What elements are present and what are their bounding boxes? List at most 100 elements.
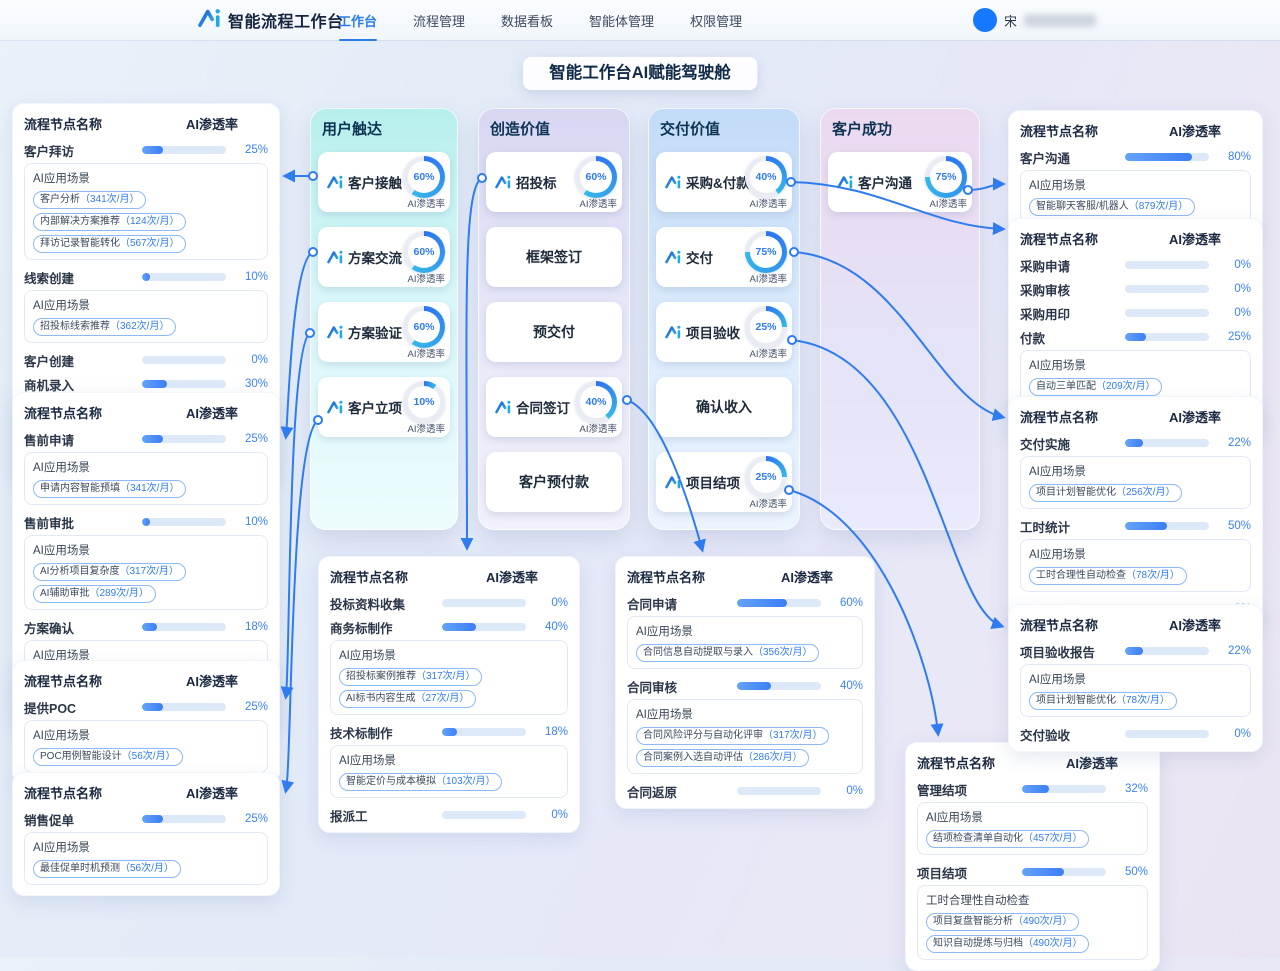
process-node[interactable]: 客户预付款 [486,452,622,512]
ai-scenario-chip[interactable]: 招投标线索推荐362次/月 [33,318,176,336]
ai-scenario-chip[interactable]: 工时合理性自动检查78次/月 [1029,567,1187,585]
process-row: 线索创建 10% [24,265,268,289]
process-node[interactable]: 预交付 [486,302,622,362]
penetration-bar [1022,785,1106,793]
node-label: 框架签订 [526,247,582,267]
col-rate-header: AI渗透率 [186,783,238,802]
penetration-pct: 40% [829,680,863,692]
ai-scenario-chip[interactable]: 招投标案例推荐317次/月 [339,668,482,686]
process-node-name: 线索创建 [24,268,134,287]
ai-scenario-chip[interactable]: 合同风险评分与自动化评审317次/月 [636,727,829,745]
process-node-name: 提供POC [24,698,134,717]
chip-count: 356次/月 [753,647,812,658]
ai-scenario-chip[interactable]: 内部解决方案推荐124次/月 [33,213,186,231]
chip-label: AI辅助审批 [40,588,89,599]
process-node[interactable]: 招投标60%AI渗透率 [486,152,622,212]
penetration-bar [142,146,226,154]
ai-scenario-chip[interactable]: 项目计划智能优化256次/月 [1029,484,1182,502]
process-row: 合同审核 40% [627,674,863,698]
penetration-bar [442,811,526,819]
penetration-bar [142,435,226,443]
penetration-bar [737,787,821,795]
process-node-name: 商机录入 [24,375,134,394]
ai-scenario-box: AI应用场景最佳促单时机预测56次/月 [24,832,268,885]
ai-scenario-chip[interactable]: 知识自动提炼与归档490次/月 [926,935,1089,953]
penetration-pct: 10% [234,271,268,283]
ai-scenario-box: AI应用场景招投标案例推荐317次/月AI标书内容生成27次/月 [330,640,568,715]
node-label: 合同签订 [516,397,570,417]
node-label: 客户接触 [348,172,402,192]
nav-item-4[interactable]: 权限管理 [690,11,742,30]
nav-item-3[interactable]: 智能体管理 [589,11,654,30]
ai-scenario-chip[interactable]: 客户分析341次/月 [33,191,146,209]
nav-item-2[interactable]: 数据看板 [501,11,553,30]
process-row: 合同返原0% [627,779,863,803]
chip-label: 智能聊天客服/机器人 [1036,201,1129,212]
nav-item-1[interactable]: 流程管理 [413,11,465,30]
user-name-blurred [1024,14,1096,27]
ai-scenario-chip[interactable]: 项目计划智能优化78次/月 [1029,692,1177,710]
chip-count: 289次/月 [89,588,148,599]
ai-scenario-chip[interactable]: POC用例智能设计56次/月 [33,748,183,766]
process-node-name: 交付验收 [1020,725,1117,744]
ai-scenario-chip[interactable]: 智能定价与成本模拟103次/月 [339,773,502,791]
process-node-name: 销售促单 [24,810,134,829]
donut-caption: AI渗透率 [408,346,445,360]
process-node-name: 合同审核 [627,677,729,696]
penetration-pct: 18% [234,621,268,633]
ai-scenario-box: AI应用场景结项检查清单自动化457次/月 [917,802,1148,855]
process-node[interactable]: 方案验证60%AI渗透率 [318,302,450,362]
process-node[interactable]: 客户立项10%AI渗透率 [318,377,450,437]
node-label: 确认收入 [696,397,752,417]
avatar[interactable] [973,8,997,32]
nav-item-0[interactable]: 工作台 [338,11,377,30]
user-profile[interactable]: 宋 [973,0,1096,40]
ai-scenario-chip[interactable]: AI分析项目复杂度317次/月 [33,563,186,581]
process-row: 项目验收报告22% [1020,639,1251,663]
penetration-pct: 25% [234,701,268,713]
col-node-header: 流程节点名称 [917,753,995,772]
donut-caption: AI渗透率 [408,196,445,210]
penetration-pct: 32% [1114,783,1148,795]
ai-scenario-box: AI应用场景工时合理性自动检查78次/月 [1020,539,1251,592]
process-node-name: 客户拜访 [24,141,134,160]
process-node[interactable]: 确认收入 [656,377,792,437]
node-label: 项目验收 [686,322,740,342]
process-node[interactable]: 项目验收25%AI渗透率 [656,302,792,362]
process-node[interactable]: 客户接触60%AI渗透率 [318,152,450,212]
chip-label: 内部解决方案推荐 [40,216,120,227]
ai-scenario-chip[interactable]: 合同信息自动提取与录入356次/月 [636,644,819,662]
process-node[interactable]: 交付75%AI渗透率 [656,227,792,287]
ai-scenario-chip[interactable]: AI辅助审批289次/月 [33,585,156,603]
ai-logo-icon [327,400,344,414]
ai-scenario-chip[interactable]: 自动三单匹配209次/月 [1029,378,1162,396]
process-node[interactable]: 方案交流60%AI渗透率 [318,227,450,287]
ai-scenario-chip[interactable]: 智能聊天客服/机器人879次/月 [1029,198,1195,216]
process-node[interactable]: 合同签订40%AI渗透率 [486,377,622,437]
chip-count: 27次/月 [415,693,469,704]
process-node[interactable]: 框架签订 [486,227,622,287]
ai-scenario-chip[interactable]: 申请内容智能预填341次/月 [33,480,186,498]
process-row: 合同申请60% [627,591,863,615]
ai-scenario-chip[interactable]: 结项检查清单自动化457次/月 [926,830,1089,848]
col-node-header: 流程节点名称 [24,403,102,422]
process-node[interactable]: 客户沟通75%AI渗透率 [828,152,972,212]
ai-scenario-chip[interactable]: AI标书内容生成27次/月 [339,690,476,708]
ai-scenario-title: AI应用场景 [636,623,854,639]
penetration-bar [142,273,226,281]
process-node[interactable]: 采购&付款40%AI渗透率 [656,152,792,212]
ai-scenario-title: AI应用场景 [1029,671,1242,687]
ai-logo-icon [327,325,344,339]
penetration-pct: 25% [234,144,268,156]
process-node[interactable]: 项目结项25%AI渗透率 [656,452,792,512]
col-rate-header: AI渗透率 [1169,121,1221,140]
penetration-pct: 10% [234,516,268,528]
ai-scenario-chip[interactable]: 合同案例入选自动评估286次/月 [636,749,809,767]
process-node-name: 采购用印 [1020,304,1117,323]
stage-column-2: 交付价值采购&付款40%AI渗透率交付75%AI渗透率项目验收25%AI渗透率确… [648,108,800,530]
penetration-bar [737,682,821,690]
ai-scenario-chip[interactable]: 项目复盘智能分析490次/月 [926,913,1079,931]
ai-scenario-chip[interactable]: 最佳促单时机预测56次/月 [33,860,181,878]
ai-scenario-chip[interactable]: 拜访记录智能转化567次/月 [33,235,186,253]
col-rate-header: AI渗透率 [1169,407,1221,426]
